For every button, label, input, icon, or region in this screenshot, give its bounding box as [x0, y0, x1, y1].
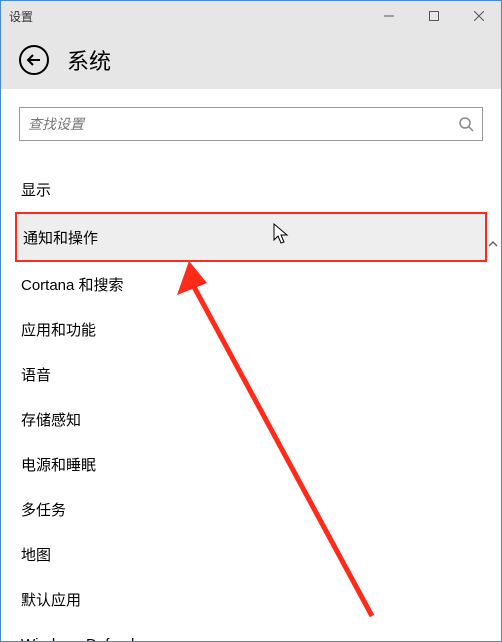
minimize-icon: [384, 11, 394, 21]
list-item-defender[interactable]: Windows Defender: [19, 622, 483, 641]
list-item-maps[interactable]: 地图: [19, 532, 483, 577]
list-item-label: Windows Defender: [21, 636, 148, 641]
list-item-display[interactable]: 显示: [19, 167, 483, 212]
settings-list: 显示 通知和操作 Cortana 和搜索 应用和功能 语音 存储感知 电源和睡眠…: [19, 167, 483, 641]
settings-list-wrap: 显示 通知和操作 Cortana 和搜索 应用和功能 语音 存储感知 电源和睡眠…: [19, 167, 483, 641]
list-item-default-apps[interactable]: 默认应用: [19, 577, 483, 622]
back-arrow-icon: [26, 52, 42, 68]
list-item-power[interactable]: 电源和睡眠: [19, 442, 483, 487]
scrollbar[interactable]: [487, 237, 499, 641]
list-item-label: 默认应用: [21, 589, 81, 610]
list-item-cortana[interactable]: Cortana 和搜索: [19, 262, 483, 307]
list-item-label: 语音: [21, 364, 51, 385]
list-item-multitask[interactable]: 多任务: [19, 487, 483, 532]
list-item-apps[interactable]: 应用和功能: [19, 307, 483, 352]
close-icon: [474, 11, 484, 21]
window-controls: [366, 1, 501, 31]
maximize-button[interactable]: [411, 1, 456, 31]
list-item-label: 地图: [21, 544, 51, 565]
list-item-speech[interactable]: 语音: [19, 352, 483, 397]
list-item-label: 电源和睡眠: [21, 454, 96, 475]
maximize-icon: [429, 11, 439, 21]
list-item-label: 通知和操作: [23, 227, 98, 248]
list-item-label: 显示: [21, 179, 51, 200]
search-input[interactable]: [28, 116, 458, 132]
scroll-up-icon[interactable]: [487, 237, 499, 251]
search-box[interactable]: [19, 107, 483, 141]
page-title: 系统: [67, 44, 111, 76]
window-title: 设置: [9, 8, 33, 25]
list-item-label: 存储感知: [21, 409, 81, 430]
list-item-label: 应用和功能: [21, 319, 96, 340]
list-item-storage[interactable]: 存储感知: [19, 397, 483, 442]
back-button[interactable]: [19, 45, 49, 75]
list-item-label: Cortana 和搜索: [21, 274, 124, 295]
minimize-button[interactable]: [366, 1, 411, 31]
titlebar: 设置: [1, 1, 501, 31]
header: 系统: [1, 31, 501, 89]
list-item-label: 多任务: [21, 499, 66, 520]
search-icon: [458, 116, 474, 132]
close-button[interactable]: [456, 1, 501, 31]
settings-window: 设置 系统: [0, 0, 502, 642]
list-item-notifications[interactable]: 通知和操作: [15, 212, 487, 262]
body: 显示 通知和操作 Cortana 和搜索 应用和功能 语音 存储感知 电源和睡眠…: [1, 89, 501, 641]
